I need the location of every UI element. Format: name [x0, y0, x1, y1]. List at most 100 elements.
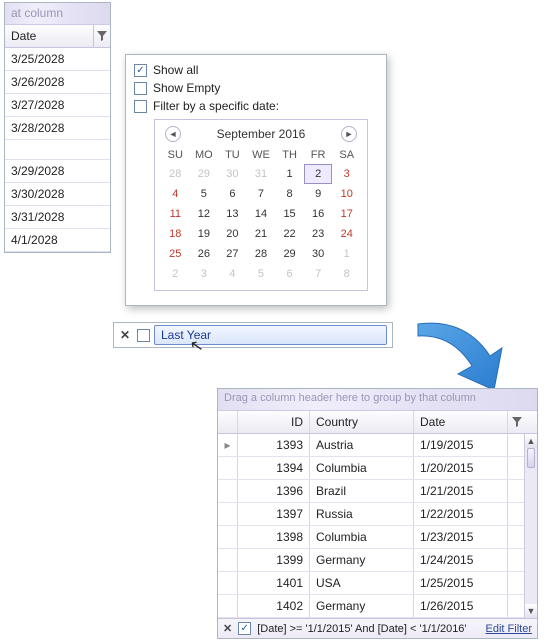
close-icon[interactable]: ✕: [119, 328, 131, 342]
calendar-day[interactable]: 9: [304, 184, 333, 204]
row-indicator-icon[interactable]: [218, 572, 238, 594]
row-indicator-icon[interactable]: ▸: [218, 434, 238, 456]
column-header-date[interactable]: Date: [414, 411, 508, 433]
cell-id: 1393: [238, 434, 310, 456]
calendar-day[interactable]: 11: [161, 204, 190, 224]
row-indicator-icon[interactable]: [218, 595, 238, 617]
calendar-day[interactable]: 28: [247, 244, 276, 264]
edit-filter-link[interactable]: Edit Filter: [486, 623, 532, 635]
table-row[interactable]: 1396Brazil1/21/2015: [218, 480, 524, 503]
cell-country: Germany: [310, 595, 414, 617]
checkbox-icon[interactable]: [134, 82, 147, 95]
filter-by-date-row[interactable]: Filter by a specific date:: [134, 97, 378, 115]
calendar-day[interactable]: 3: [332, 164, 361, 184]
calendar-day[interactable]: 24: [332, 224, 361, 244]
calendar-day[interactable]: 27: [218, 244, 247, 264]
list-item[interactable]: 3/25/2028: [5, 48, 110, 71]
calendar-day[interactable]: 30: [304, 244, 333, 264]
show-all-row[interactable]: Show all: [134, 61, 378, 79]
cell-date: 1/20/2015: [414, 457, 508, 479]
calendar-next-button[interactable]: ►: [341, 126, 357, 142]
calendar-day[interactable]: 1: [275, 164, 304, 184]
empty-row: [5, 140, 110, 160]
calendar-day[interactable]: 29: [275, 244, 304, 264]
table-row[interactable]: 1394Columbia1/20/2015: [218, 457, 524, 480]
list-item[interactable]: 3/31/2028: [5, 206, 110, 229]
calendar-day[interactable]: 21: [247, 224, 276, 244]
row-indicator-icon[interactable]: [218, 480, 238, 502]
table-row[interactable]: ▸1393Austria1/19/2015: [218, 434, 524, 457]
cell-date: 1/23/2015: [414, 526, 508, 548]
table-row[interactable]: 1402Germany1/26/2015: [218, 595, 524, 618]
cell-date: 1/22/2015: [414, 503, 508, 525]
show-empty-label: Show Empty: [153, 81, 220, 95]
table-row[interactable]: 1398Columbia1/23/2015: [218, 526, 524, 549]
calendar-day[interactable]: 6: [218, 184, 247, 204]
row-indicator-icon[interactable]: [218, 457, 238, 479]
close-icon[interactable]: ✕: [223, 622, 232, 635]
scroll-up-icon[interactable]: ▲: [525, 434, 537, 448]
list-item[interactable]: 3/26/2028: [5, 71, 110, 94]
result-rows: ▸1393Austria1/19/20151394Columbia1/20/20…: [218, 434, 524, 618]
calendar-day[interactable]: 10: [332, 184, 361, 204]
calendar-day[interactable]: 12: [190, 204, 219, 224]
calendar: ◄ September 2016 ► SUMOTUWETHFRSA2829303…: [154, 119, 368, 291]
list-item[interactable]: 4/1/2028: [5, 229, 110, 252]
filter-icon[interactable]: [94, 25, 110, 47]
calendar-day[interactable]: 17: [332, 204, 361, 224]
cell-id: 1396: [238, 480, 310, 502]
cell-id: 1402: [238, 595, 310, 617]
calendar-day[interactable]: 18: [161, 224, 190, 244]
row-indicator-icon[interactable]: [218, 549, 238, 571]
column-header-country[interactable]: Country: [310, 411, 414, 433]
table-row[interactable]: 1397Russia1/22/2015: [218, 503, 524, 526]
group-by-hint[interactable]: Drag a column header here to group by th…: [218, 389, 537, 411]
list-item[interactable]: 3/27/2028: [5, 94, 110, 117]
calendar-day: 3: [190, 264, 219, 284]
list-item[interactable]: 3/28/2028: [5, 117, 110, 140]
calendar-day[interactable]: 2: [304, 164, 333, 184]
applied-filter-bar: ✕ Last Year: [113, 322, 393, 348]
calendar-day[interactable]: 8: [275, 184, 304, 204]
calendar-day[interactable]: 23: [304, 224, 333, 244]
table-row[interactable]: 1399Germany1/24/2015: [218, 549, 524, 572]
calendar-day[interactable]: 5: [190, 184, 219, 204]
calendar-day[interactable]: 15: [275, 204, 304, 224]
calendar-day[interactable]: 13: [218, 204, 247, 224]
column-header-date[interactable]: Date: [5, 25, 94, 47]
calendar-day[interactable]: 22: [275, 224, 304, 244]
cell-country: Austria: [310, 434, 414, 456]
calendar-day[interactable]: 4: [161, 184, 190, 204]
scroll-thumb[interactable]: [527, 448, 535, 468]
calendar-day: 5: [247, 264, 276, 284]
column-header-id[interactable]: ID: [238, 411, 310, 433]
filter-chip-last-year[interactable]: Last Year: [154, 325, 387, 345]
list-item[interactable]: 3/30/2028: [5, 183, 110, 206]
scroll-down-icon[interactable]: ▼: [525, 604, 537, 618]
checkbox-checked-icon[interactable]: [238, 622, 251, 635]
calendar-day[interactable]: 16: [304, 204, 333, 224]
result-header-row: ID Country Date: [218, 411, 537, 434]
calendar-day[interactable]: 25: [161, 244, 190, 264]
list-item[interactable]: 3/29/2028: [5, 160, 110, 183]
calendar-grid: SUMOTUWETHFRSA28293031123456789101112131…: [161, 146, 361, 284]
row-indicator-icon[interactable]: [218, 526, 238, 548]
row-indicator-icon[interactable]: [218, 503, 238, 525]
calendar-dow: TH: [275, 146, 304, 164]
calendar-prev-button[interactable]: ◄: [165, 126, 181, 142]
table-row[interactable]: 1401USA1/25/2015: [218, 572, 524, 595]
checkbox-icon[interactable]: [137, 329, 150, 342]
calendar-day[interactable]: 19: [190, 224, 219, 244]
calendar-day[interactable]: 14: [247, 204, 276, 224]
cell-country: Germany: [310, 549, 414, 571]
calendar-day[interactable]: 20: [218, 224, 247, 244]
calendar-day[interactable]: 7: [247, 184, 276, 204]
vertical-scrollbar[interactable]: ▲ ▼: [524, 434, 537, 618]
checkbox-icon[interactable]: [134, 100, 147, 113]
checkbox-checked-icon[interactable]: [134, 64, 147, 77]
calendar-day[interactable]: 26: [190, 244, 219, 264]
cell-date: 1/21/2015: [414, 480, 508, 502]
filter-icon[interactable]: [508, 411, 526, 433]
filter-by-date-label: Filter by a specific date:: [153, 99, 279, 113]
show-empty-row[interactable]: Show Empty: [134, 79, 378, 97]
